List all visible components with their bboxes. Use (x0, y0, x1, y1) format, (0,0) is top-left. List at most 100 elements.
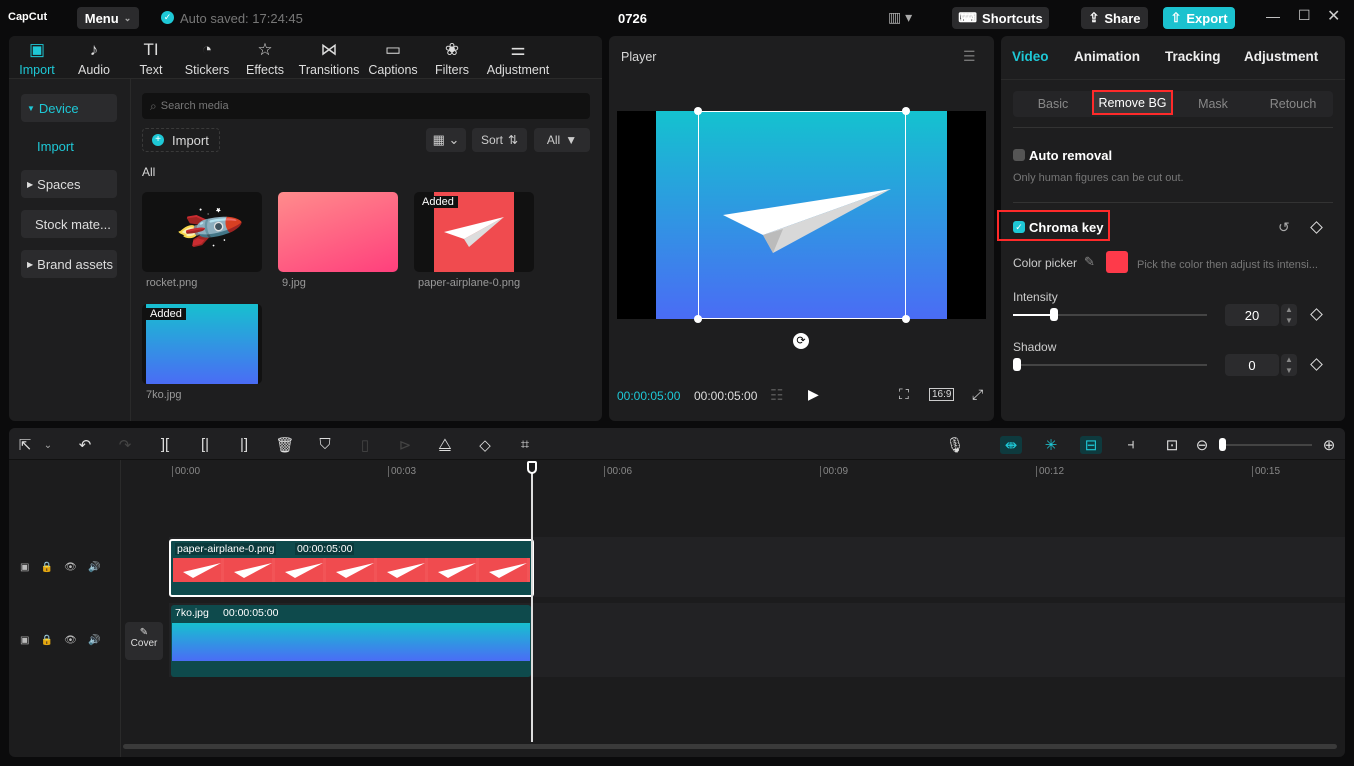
crop-icon[interactable]: ⌗ (515, 436, 535, 453)
media-item-9[interactable] (278, 192, 398, 272)
auto-removal-checkbox[interactable] (1013, 149, 1025, 161)
resize-handle[interactable] (902, 107, 910, 115)
zoom-in-icon[interactable]: ⊕ (1319, 436, 1339, 454)
main-track-magnet-icon[interactable]: ⇼ (1000, 436, 1022, 454)
split-right-icon[interactable]: |] (234, 436, 254, 453)
import-button[interactable]: + Import (142, 128, 220, 152)
eye-icon[interactable]: 👁 (64, 635, 77, 646)
shadow-slider-thumb[interactable] (1013, 358, 1021, 371)
tab-video[interactable]: Video (1012, 49, 1049, 64)
player-menu-icon[interactable]: ☰ (963, 48, 976, 65)
undo-icon[interactable]: ↶ (75, 436, 95, 454)
shortcuts-button[interactable]: ⌨ Shortcuts (952, 7, 1049, 29)
zoom-out-icon[interactable]: ⊖ (1192, 436, 1212, 454)
track-type-icon[interactable]: ▣ (20, 562, 29, 573)
tab-adjustment[interactable]: ⚌ Adjustment (483, 40, 553, 77)
tab-adjustment-props[interactable]: Adjustment (1244, 49, 1318, 64)
lock-icon[interactable]: 🔒 (41, 635, 53, 646)
menu-button[interactable]: Menu ⌄ (77, 7, 139, 29)
intensity-slider-thumb[interactable] (1050, 308, 1058, 321)
freeze-icon[interactable]: ▯ (355, 436, 375, 454)
intensity-input[interactable]: 20 (1225, 304, 1279, 326)
view-toggle-button[interactable]: ▦ ⌄ (426, 128, 466, 152)
track-type-icon[interactable]: ▣ (20, 635, 29, 646)
reset-icon[interactable]: ↺ (1278, 219, 1290, 236)
subtab-basic[interactable]: Basic (1013, 92, 1093, 116)
tab-tracking[interactable]: Tracking (1165, 49, 1221, 64)
intensity-stepper[interactable]: ▲ ▼ (1281, 304, 1297, 326)
clip-paper-airplane[interactable]: paper-airplane-0.png 00:00:05:00 (169, 539, 534, 597)
select-tool-icon[interactable]: ⇱ (15, 436, 35, 454)
cover-button[interactable]: ✎ Cover (125, 622, 163, 660)
playhead[interactable] (531, 470, 533, 742)
video-canvas[interactable] (617, 107, 986, 323)
color-swatch[interactable] (1106, 251, 1128, 273)
timeline-view-icon[interactable]: ☷ (770, 386, 783, 404)
sidebar-item-import[interactable]: Import (37, 139, 74, 154)
horizontal-scrollbar[interactable] (123, 744, 1337, 749)
tab-effects[interactable]: ☆ Effects (243, 40, 287, 77)
rotate-icon[interactable]: ⟳ (793, 333, 809, 349)
split-icon[interactable]: ][ (155, 436, 175, 453)
playhead-handle[interactable] (527, 461, 537, 474)
shadow-slider[interactable] (1013, 364, 1207, 366)
sort-button[interactable]: Sort ⇅ (472, 128, 527, 152)
auto-snap-icon[interactable]: ✳ (1041, 436, 1061, 454)
subtab-retouch[interactable]: Retouch (1253, 92, 1333, 116)
shadow-input[interactable]: 0 (1225, 354, 1279, 376)
resize-handle[interactable] (902, 315, 910, 323)
subtab-remove-bg[interactable]: Remove BG (1092, 90, 1173, 115)
rotate-tool-icon[interactable]: ◇ (475, 436, 495, 454)
tab-captions[interactable]: ▭ Captions (366, 40, 420, 77)
eyedropper-icon[interactable]: ✎ (1084, 254, 1095, 270)
media-item-paper-airplane[interactable]: Added (414, 192, 534, 272)
delete-icon[interactable]: 🗑 (275, 436, 295, 454)
tab-import[interactable]: ▣ Import (14, 40, 60, 77)
tab-animation[interactable]: Animation (1074, 49, 1140, 64)
tab-filters[interactable]: ❀ Filters (432, 40, 472, 77)
volume-icon[interactable]: 🔊 (88, 562, 100, 573)
tab-stickers[interactable]: ◔ Stickers (182, 40, 232, 77)
share-button[interactable]: ⇪ Share (1081, 7, 1148, 29)
minimize-button[interactable]: — (1266, 8, 1280, 24)
search-input[interactable]: ⌕ Search media (142, 93, 590, 119)
resize-handle[interactable] (694, 315, 702, 323)
zoom-slider-thumb[interactable] (1219, 438, 1226, 451)
media-item-rocket[interactable]: 🚀 (142, 192, 262, 272)
chevron-down-icon[interactable]: ⌄ (38, 440, 58, 451)
tab-transitions[interactable]: ⋈ Transitions (296, 40, 362, 77)
play-button[interactable]: ▶ (808, 386, 819, 403)
sidebar-item-spaces[interactable]: ▶ Spaces (21, 170, 117, 198)
clip-7ko[interactable]: 7ko.jpg 00:00:05:00 (171, 605, 531, 677)
preview-axis-icon[interactable]: ⫞ (1121, 436, 1141, 453)
linkage-icon[interactable]: ⊟ (1080, 436, 1102, 454)
microphone-icon[interactable]: 🎙 (945, 436, 965, 454)
tab-audio[interactable]: ♪ Audio (74, 40, 114, 77)
marker-icon[interactable]: ⛉ (315, 436, 335, 453)
sidebar-item-device[interactable]: ▼ Device (21, 94, 117, 122)
volume-icon[interactable]: 🔊 (88, 635, 100, 646)
close-button[interactable]: ✕ (1327, 6, 1340, 26)
media-item-7ko[interactable]: Added (142, 304, 262, 384)
mirror-icon[interactable]: ⧋ (435, 436, 455, 453)
subtab-mask[interactable]: Mask (1173, 92, 1253, 116)
chroma-key-checkbox[interactable]: ✓ (1013, 221, 1025, 233)
export-button[interactable]: ⇧ Export (1163, 7, 1235, 29)
lock-icon[interactable]: 🔒 (41, 562, 53, 573)
shadow-stepper[interactable]: ▲ ▼ (1281, 354, 1297, 376)
aspect-ratio-button[interactable]: 16:9 (929, 388, 955, 401)
zoom-slider[interactable] (1222, 444, 1312, 446)
redo-icon[interactable]: ↷ (115, 436, 135, 454)
tab-text[interactable]: TI Text (136, 40, 166, 77)
maximize-button[interactable]: ☐ (1298, 7, 1311, 24)
sidebar-item-brand[interactable]: ▶ Brand assets (21, 250, 117, 278)
layout-icon[interactable]: ▥ ▾ (888, 9, 912, 26)
reverse-icon[interactable]: ⊳ (395, 436, 415, 454)
zoom-fit-icon[interactable]: ⛶ (899, 386, 909, 403)
filter-button[interactable]: All ▼ (534, 128, 590, 152)
fullscreen-icon[interactable]: ⤢ (972, 386, 983, 403)
split-left-icon[interactable]: [| (195, 436, 215, 453)
thumbnail-icon[interactable]: ⊡ (1162, 436, 1182, 454)
eye-icon[interactable]: 👁 (64, 562, 77, 573)
selection-box[interactable] (698, 111, 906, 319)
